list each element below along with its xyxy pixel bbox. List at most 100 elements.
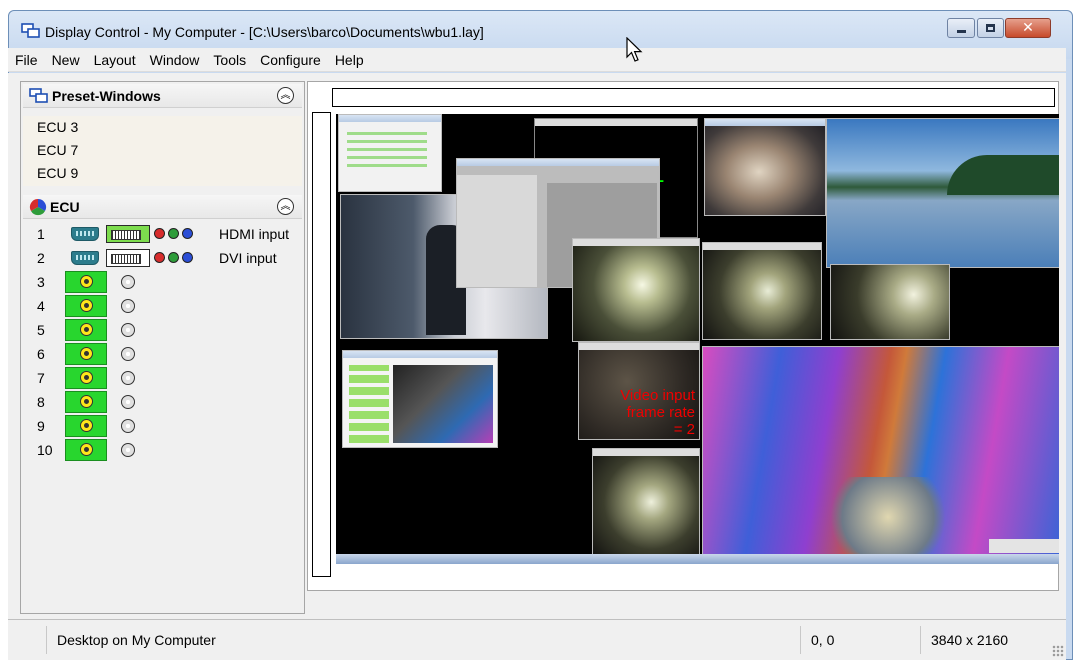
ecu-rgb-icon	[29, 198, 47, 215]
ecu-row-number: 1	[37, 225, 45, 242]
ecu-row-label: DVI input	[219, 249, 277, 266]
preview-window-crystal-image[interactable]	[702, 346, 1059, 558]
s-video-icon[interactable]	[121, 298, 135, 313]
menu-window[interactable]: Window	[143, 52, 207, 68]
ecu-row-number: 6	[37, 345, 45, 362]
ecu-row-3[interactable]: 3	[23, 270, 302, 293]
menu-configure[interactable]: Configure	[253, 52, 328, 68]
preview-window-microscope-1[interactable]	[572, 238, 700, 342]
status-resolution: 3840 x 2160	[920, 626, 1048, 654]
minimize-icon	[956, 29, 966, 33]
close-button[interactable]: ✕	[1005, 18, 1051, 38]
ecu-row-1[interactable]: 1 HDMI input	[23, 222, 302, 245]
frame-rate-overlay: Video input frame rate = 2	[620, 387, 695, 438]
canvas-scroll-area[interactable]	[307, 590, 1059, 616]
s-video-icon[interactable]	[121, 442, 135, 457]
menu-new[interactable]: New	[45, 52, 87, 68]
preset-windows-title: Preset-Windows	[52, 87, 161, 104]
ecu-row-9[interactable]: 9	[23, 414, 302, 437]
ecu-header[interactable]: ECU ︽	[23, 195, 302, 219]
desktop-preview[interactable]: AL	[336, 114, 1059, 564]
blue-channel-icon	[182, 252, 193, 263]
preset-windows-header[interactable]: Preset-Windows ︽	[23, 84, 302, 108]
preset-item-ecu3[interactable]: ECU 3	[23, 116, 302, 139]
ecu-row-number: 5	[37, 321, 45, 338]
maximize-icon	[986, 24, 995, 32]
ecu-row-5[interactable]: 5	[23, 318, 302, 341]
menu-help[interactable]: Help	[328, 52, 371, 68]
layout-canvas[interactable]: AL	[307, 81, 1059, 598]
status-coordinates: 0, 0	[800, 626, 920, 654]
preset-windows-list: ECU 3 ECU 7 ECU 9	[23, 116, 302, 186]
menu-layout[interactable]: Layout	[87, 52, 143, 68]
s-video-icon[interactable]	[121, 274, 135, 289]
ecu-input-list: 1 HDMI input 2 DVI input 3 4 5 6 7 8 9 1…	[23, 222, 302, 480]
preview-window-lake-image[interactable]	[826, 118, 1059, 268]
preview-window-microscope-2[interactable]	[702, 242, 822, 340]
composite-video-icon[interactable]	[65, 270, 107, 293]
blue-channel-icon	[182, 228, 193, 239]
composite-video-icon[interactable]	[65, 318, 107, 341]
ecu-row-6[interactable]: 6	[23, 342, 302, 365]
status-message: Desktop on My Computer	[46, 626, 802, 654]
preview-window-video-input[interactable]: Video input frame rate = 2	[578, 342, 700, 440]
menu-file[interactable]: File	[8, 52, 45, 68]
composite-video-icon[interactable]	[65, 366, 107, 389]
ecu-row-number: 10	[37, 441, 53, 458]
preview-window-screenshot[interactable]	[342, 350, 498, 448]
mouse-cursor-icon	[626, 37, 643, 62]
close-icon: ✕	[1022, 20, 1034, 36]
status-bar: Desktop on My Computer 0, 0 3840 x 2160	[8, 619, 1066, 659]
red-channel-icon	[154, 252, 165, 263]
ecu-row-label: HDMI input	[219, 225, 290, 242]
red-channel-icon	[154, 228, 165, 239]
horizontal-ruler	[332, 88, 1055, 107]
menu-bar: File New Layout Window Tools Configure H…	[8, 48, 1066, 72]
ecu-row-10[interactable]: 10	[23, 438, 302, 461]
ecu-title: ECU	[50, 198, 80, 215]
composite-video-icon[interactable]	[65, 414, 107, 437]
s-video-icon[interactable]	[121, 322, 135, 337]
ecu-row-2[interactable]: 2 DVI input	[23, 246, 302, 269]
ecu-row-number: 4	[37, 297, 45, 314]
ecu-row-number: 7	[37, 369, 45, 386]
green-channel-icon	[168, 228, 179, 239]
ecu-row-7[interactable]: 7	[23, 366, 302, 389]
vga-connector-icon[interactable]	[71, 226, 99, 241]
preview-window-microscope-3[interactable]	[830, 264, 950, 340]
vertical-ruler	[312, 112, 331, 577]
preview-window-blur-video[interactable]	[704, 118, 826, 216]
composite-video-icon[interactable]	[65, 342, 107, 365]
s-video-icon[interactable]	[121, 346, 135, 361]
ecu-row-8[interactable]: 8	[23, 390, 302, 413]
composite-video-icon[interactable]	[65, 390, 107, 413]
s-video-icon[interactable]	[121, 418, 135, 433]
collapse-preset-windows-button[interactable]: ︽	[277, 87, 294, 104]
display-control-app-icon	[21, 23, 40, 38]
ecu-row-number: 3	[37, 273, 45, 290]
window-title: Display Control - My Computer - [C:\User…	[45, 24, 484, 40]
ecu-row-number: 8	[37, 393, 45, 410]
preview-taskbar	[336, 554, 1059, 564]
minimize-button[interactable]	[947, 18, 975, 38]
left-panel: Preset-Windows ︽ ECU 3 ECU 7 ECU 9 ECU ︽…	[20, 81, 305, 614]
vga-connector-icon[interactable]	[71, 250, 99, 265]
s-video-icon[interactable]	[121, 394, 135, 409]
dvi-connector-icon[interactable]	[106, 248, 150, 267]
resize-grip-icon[interactable]	[1052, 645, 1064, 657]
hdmi-connector-icon[interactable]	[106, 224, 150, 243]
composite-video-icon[interactable]	[65, 294, 107, 317]
maximize-button[interactable]	[977, 18, 1004, 38]
client-area: Preset-Windows ︽ ECU 3 ECU 7 ECU 9 ECU ︽…	[8, 73, 1066, 660]
s-video-icon[interactable]	[121, 370, 135, 385]
preview-window-microscope-4[interactable]	[592, 448, 700, 556]
collapse-ecu-button[interactable]: ︽	[277, 198, 294, 215]
preset-item-ecu9[interactable]: ECU 9	[23, 162, 302, 185]
preset-item-ecu7[interactable]: ECU 7	[23, 139, 302, 162]
ecu-row-number: 2	[37, 249, 45, 266]
ecu-row-4[interactable]: 4	[23, 294, 302, 317]
composite-video-icon[interactable]	[65, 438, 107, 461]
menu-tools[interactable]: Tools	[206, 52, 253, 68]
preview-window-app-small[interactable]	[338, 114, 442, 192]
preset-windows-icon	[29, 87, 48, 103]
